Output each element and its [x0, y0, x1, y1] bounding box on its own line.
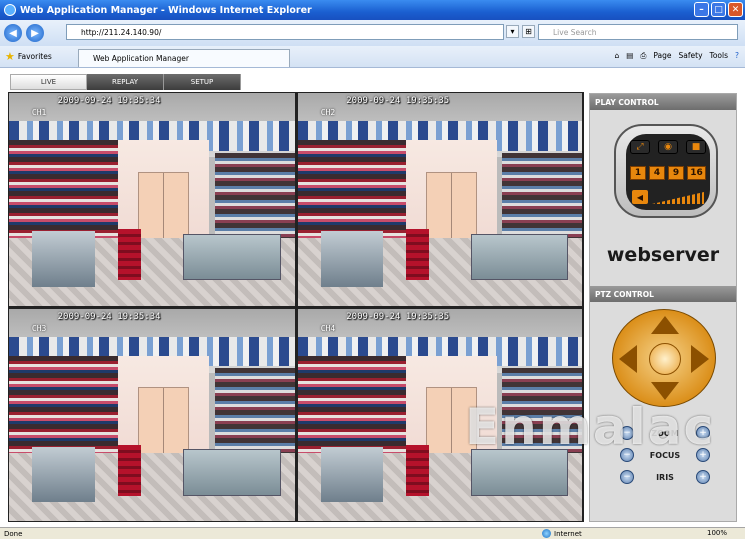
control-sidebar: PLAY CONTROL ⤢ ◉ ■ 1 4 9 16 ◀ webserver …	[589, 93, 737, 522]
camera-timestamp: 2009-09-24 19:35:35	[346, 312, 450, 322]
globe-icon	[542, 529, 551, 538]
split-16-button[interactable]: 16	[687, 166, 706, 180]
status-bar: Done Internet 100%	[0, 527, 745, 539]
address-bar: ◀ ▶ http://211.24.140.90/ ▾ ⊞ ↻ ✕ Live S…	[0, 20, 745, 46]
favorites-bar: ★ Favorites Web Application Manager ⌂ ▤ ⎙…	[0, 46, 745, 68]
browser-tab[interactable]: Web Application Manager	[78, 49, 290, 67]
window-title: Web Application Manager - Windows Intern…	[20, 4, 312, 16]
record-icon[interactable]: ■	[686, 140, 706, 154]
watermark: Enmalac	[465, 398, 716, 456]
camera-channel-label: CH2	[320, 108, 336, 117]
url-field[interactable]: http://211.24.140.90/	[66, 24, 504, 40]
volume-slider[interactable]: ◀	[632, 190, 704, 204]
fullscreen-icon[interactable]: ⤢	[630, 140, 650, 154]
tab-replay[interactable]: REPLAY	[87, 74, 164, 90]
camera-channel-label: CH1	[31, 108, 47, 117]
close-button[interactable]: ✕	[728, 2, 743, 17]
back-button[interactable]: ◀	[4, 24, 22, 42]
dropdown-icon[interactable]: ▾	[506, 25, 519, 38]
camera-channel-label: CH3	[31, 324, 47, 333]
zoom-level[interactable]: 100%	[707, 529, 727, 537]
ptz-center-button[interactable]	[649, 343, 681, 375]
iris-close-button[interactable]: −	[620, 470, 634, 484]
camera-timestamp: 2009-09-24 19:35:35	[346, 96, 450, 106]
page-content: LIVE REPLAY SETUP 2009-09-24 19:35:34 CH…	[0, 68, 745, 527]
split-1-button[interactable]: 1	[630, 166, 646, 180]
print-icon[interactable]: ⎙	[640, 51, 646, 61]
pan-left-button[interactable]	[619, 345, 637, 373]
pan-up-button[interactable]	[651, 316, 679, 334]
iris-open-button[interactable]: +	[696, 470, 710, 484]
status-text: Done	[4, 529, 23, 538]
help-icon[interactable]: ?	[735, 51, 739, 61]
ie-logo-icon	[4, 4, 16, 16]
forward-button[interactable]: ▶	[26, 24, 44, 42]
camera-channel-label: CH4	[320, 324, 336, 333]
pan-right-button[interactable]	[691, 345, 709, 373]
minimize-button[interactable]: –	[694, 2, 709, 17]
safety-menu[interactable]: Safety	[679, 51, 703, 61]
feeds-icon[interactable]: ▤	[626, 51, 633, 61]
window-titlebar: Web Application Manager - Windows Intern…	[0, 0, 745, 20]
search-input[interactable]: Live Search	[538, 24, 738, 40]
tools-menu[interactable]: Tools	[710, 51, 728, 61]
camera-timestamp: 2009-09-24 19:35:34	[57, 312, 161, 322]
split-9-button[interactable]: 9	[668, 166, 684, 180]
security-zone[interactable]: Internet	[542, 529, 582, 538]
camera-timestamp: 2009-09-24 19:35:34	[57, 96, 161, 106]
volume-icon: ◀	[632, 190, 648, 204]
star-icon: ★	[5, 50, 15, 63]
page-menu[interactable]: Page	[653, 51, 671, 61]
iris-control: − IRIS +	[620, 469, 710, 485]
split-4-button[interactable]: 4	[649, 166, 665, 180]
play-control-header: PLAY CONTROL	[590, 94, 736, 110]
snapshot-icon[interactable]: ◉	[658, 140, 678, 154]
tab-live[interactable]: LIVE	[10, 74, 87, 90]
play-control-panel: ⤢ ◉ ■ 1 4 9 16 ◀	[614, 124, 718, 218]
maximize-button[interactable]: □	[711, 2, 726, 17]
brand-text: webserver	[606, 244, 720, 266]
camera-view-ch3[interactable]: 2009-09-24 19:35:34 CH3	[9, 309, 295, 521]
favorites-button[interactable]: ★ Favorites	[5, 50, 52, 63]
camera-view-ch2[interactable]: 2009-09-24 19:35:35 CH2	[298, 93, 582, 306]
ptz-direction-pad	[612, 309, 716, 407]
home-icon[interactable]: ⌂	[615, 51, 620, 61]
compatibility-icon[interactable]: ⊞	[522, 25, 535, 38]
tab-setup[interactable]: SETUP	[164, 74, 241, 90]
ptz-control-header: PTZ CONTROL	[590, 286, 736, 302]
camera-view-ch1[interactable]: 2009-09-24 19:35:34 CH1	[9, 93, 295, 306]
app-tabs: LIVE REPLAY SETUP	[10, 74, 241, 90]
